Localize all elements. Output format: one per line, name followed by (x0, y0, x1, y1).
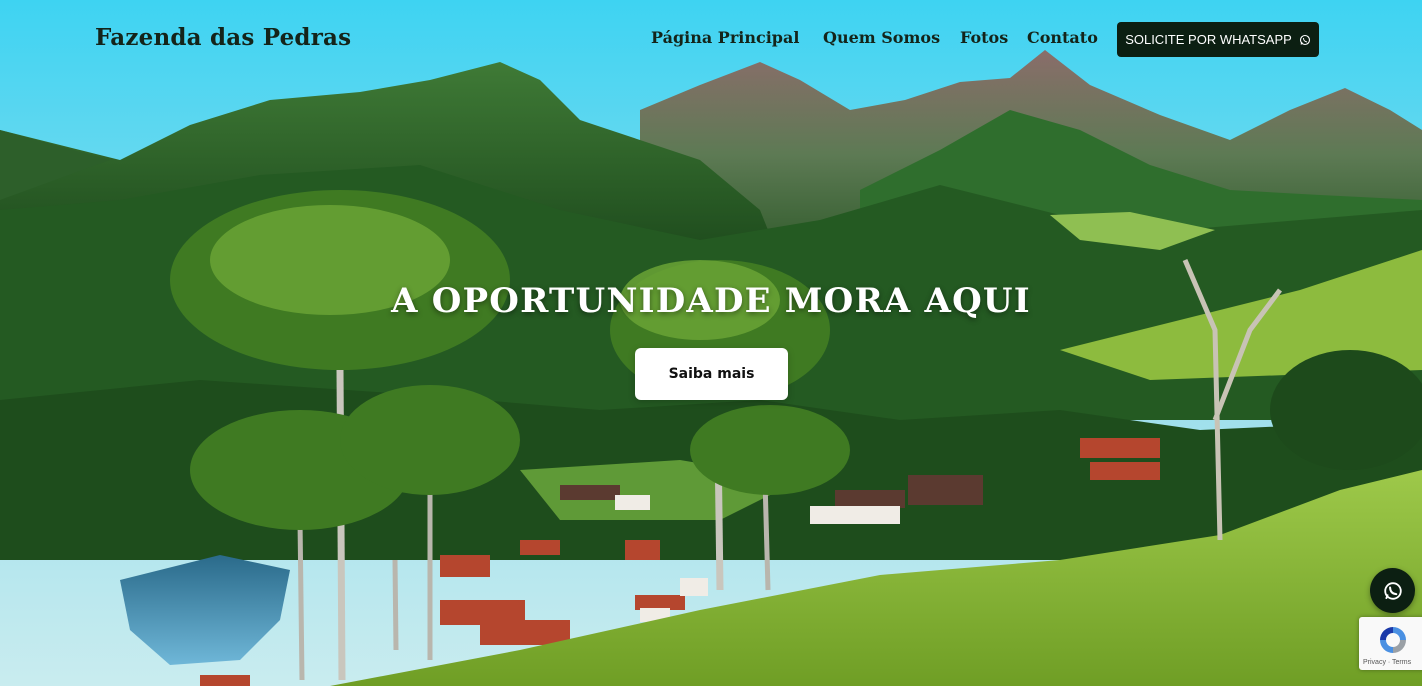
whatsapp-request-button[interactable]: SOLICITE POR WHATSAPP (1117, 22, 1319, 57)
floating-whatsapp-button[interactable] (1370, 568, 1415, 613)
recaptcha-terms[interactable]: Privacy · Terms (1363, 659, 1411, 666)
whatsapp-icon (1299, 34, 1310, 45)
recaptcha-icon (1380, 627, 1406, 653)
nav-quem-somos[interactable]: Quem Somos (823, 28, 940, 47)
nav-fotos[interactable]: Fotos (960, 28, 1008, 47)
hero-headline: A OPORTUNIDADE MORA AQUI (391, 281, 1031, 321)
hero-section (0, 0, 1422, 686)
recaptcha-badge[interactable]: Privacy · Terms (1359, 617, 1422, 670)
whatsapp-button-label: SOLICITE POR WHATSAPP (1125, 32, 1292, 47)
hero-background-image (0, 0, 1422, 686)
saiba-mais-button[interactable]: Saiba mais (635, 348, 788, 400)
nav-pagina-principal[interactable]: Página Principal (651, 28, 799, 47)
site-header: Fazenda das Pedras Página Principal Quem… (0, 0, 1422, 80)
nav-contato[interactable]: Contato (1027, 28, 1098, 47)
whatsapp-icon (1383, 581, 1402, 600)
site-logo[interactable]: Fazenda das Pedras (95, 24, 351, 51)
